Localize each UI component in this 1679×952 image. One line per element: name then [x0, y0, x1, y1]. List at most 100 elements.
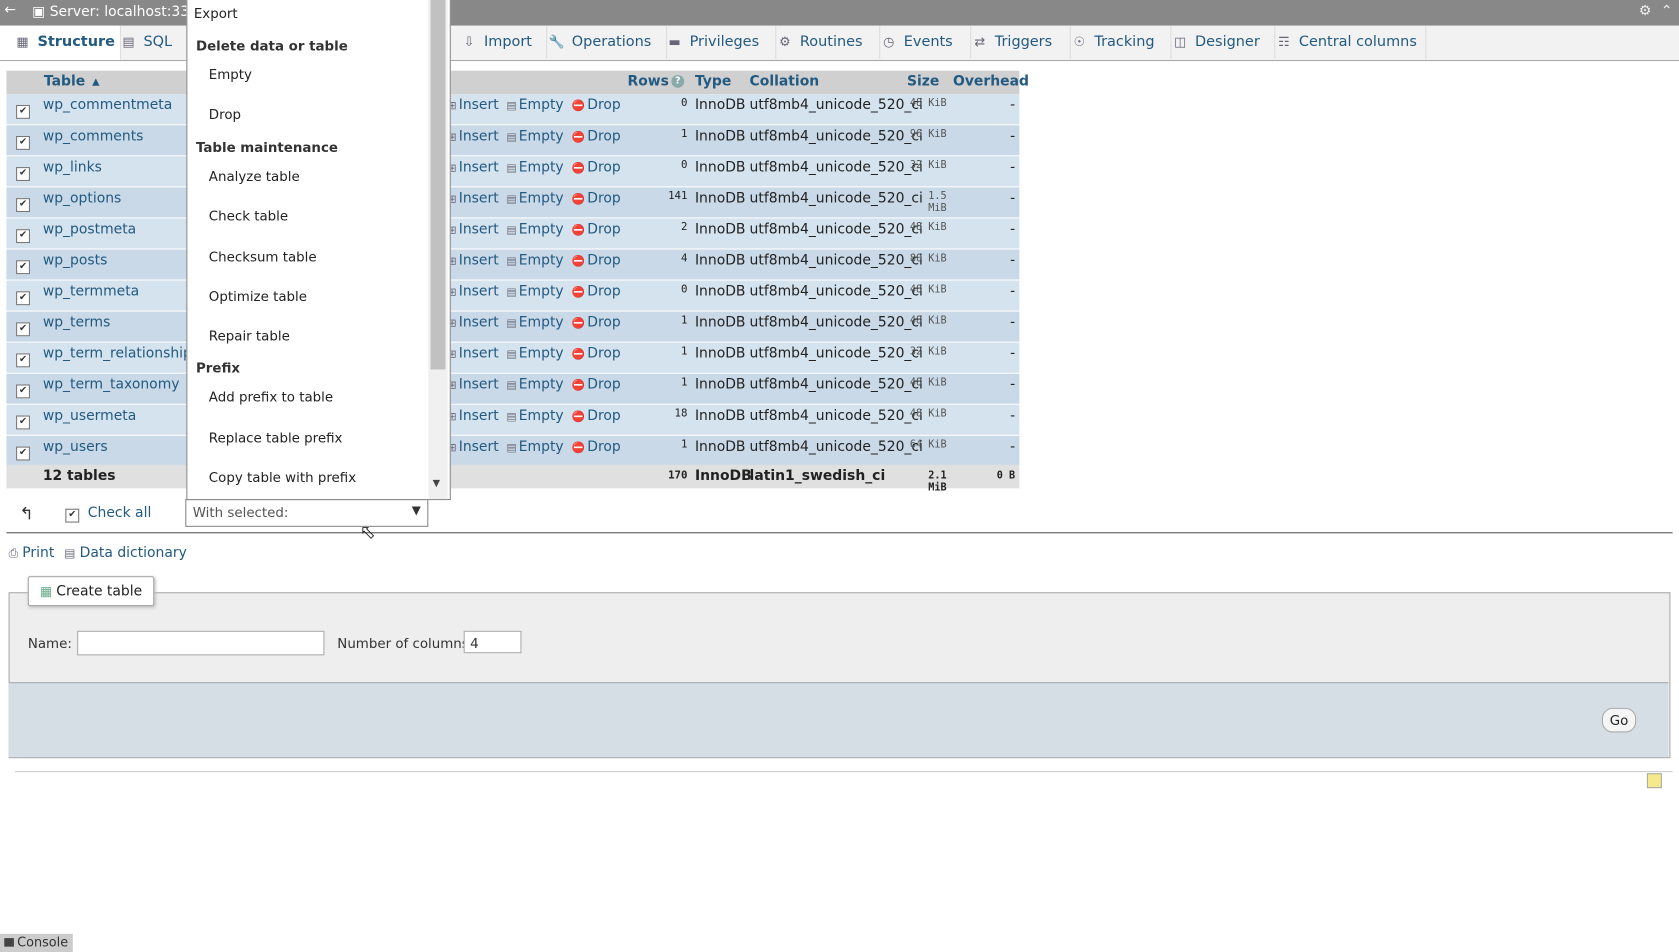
empty-link[interactable]: ▤ Empty: [506, 315, 563, 331]
insert-link[interactable]: ⊞ Insert: [448, 408, 499, 424]
tab-structure[interactable]: ▦ Structure: [0, 25, 122, 60]
sticky-note-icon[interactable]: [1646, 773, 1662, 789]
insert-link[interactable]: ⊞ Insert: [448, 97, 499, 113]
table-name-link[interactable]: wp_commentmeta: [43, 97, 172, 113]
tab-designer[interactable]: ◫ Designer: [1162, 25, 1276, 59]
empty-link[interactable]: ▤ Empty: [506, 346, 563, 362]
go-button[interactable]: Go: [1601, 707, 1637, 733]
col-overhead-header[interactable]: Overhead: [953, 74, 1029, 90]
row-checkbox[interactable]: ✔: [16, 260, 30, 275]
table-name-link[interactable]: wp_termmeta: [43, 284, 139, 300]
insert-link[interactable]: ⊞ Insert: [448, 284, 499, 300]
col-collation-header[interactable]: Collation: [750, 74, 820, 90]
insert-link[interactable]: ⊞ Insert: [448, 129, 499, 145]
routines-icon: ⚙: [779, 34, 791, 50]
insert-link[interactable]: ⊞ Insert: [448, 222, 499, 238]
empty-link[interactable]: ▤ Empty: [506, 97, 563, 113]
collapse-icon[interactable]: ⌃: [1661, 3, 1673, 19]
row-checkbox[interactable]: ✔: [16, 291, 30, 306]
col-table-header[interactable]: Table: [44, 74, 85, 90]
dropdown-option-checksum[interactable]: Checksum table: [209, 248, 317, 264]
table-name-link[interactable]: wp_options: [43, 191, 121, 207]
rows-value: 1: [680, 439, 688, 451]
insert-link[interactable]: ⊞ Insert: [448, 439, 499, 455]
number-of-columns-input[interactable]: 4: [463, 630, 522, 654]
insert-link[interactable]: ⊞ Insert: [448, 160, 499, 176]
col-size-header[interactable]: Size: [907, 74, 939, 90]
row-checkbox[interactable]: ✔: [16, 384, 30, 399]
table-name-link[interactable]: wp_comments: [43, 129, 144, 145]
tab-operations[interactable]: 🔧 Operations: [538, 25, 668, 59]
insert-link[interactable]: ⊞ Insert: [448, 346, 499, 362]
empty-link[interactable]: ▤ Empty: [506, 222, 563, 238]
eye-icon: ☉: [1073, 34, 1086, 50]
table-name-input[interactable]: [77, 630, 325, 656]
print-link[interactable]: ⎙ Print: [9, 545, 55, 561]
table-name-link[interactable]: wp_postmeta: [43, 222, 136, 238]
dropdown-option-optimize[interactable]: Optimize table: [209, 288, 307, 304]
table-name-link[interactable]: wp_links: [43, 160, 102, 176]
dropdown-option-drop[interactable]: Drop: [209, 106, 241, 122]
empty-link[interactable]: ▤ Empty: [506, 439, 563, 455]
dropdown-option-check[interactable]: Check table: [209, 208, 288, 224]
empty-link[interactable]: ▤ Empty: [506, 377, 563, 393]
empty-link[interactable]: ▤ Empty: [506, 191, 563, 207]
empty-icon: ▤: [506, 380, 517, 392]
insert-link[interactable]: ⊞ Insert: [448, 315, 499, 331]
table-name-link[interactable]: wp_terms: [43, 315, 111, 331]
dropdown-option-replace-prefix[interactable]: Replace table prefix: [209, 429, 343, 445]
row-checkbox[interactable]: ✔: [16, 446, 30, 461]
col-rows-header[interactable]: Rows: [627, 74, 668, 90]
row-checkbox[interactable]: ✔: [16, 229, 30, 244]
check-all-checkbox[interactable]: ✔: [65, 508, 80, 523]
dropdown-option-analyze[interactable]: Analyze table: [209, 168, 300, 184]
table-name-link[interactable]: wp_term_relationships: [43, 346, 199, 362]
tab-triggers[interactable]: ⇄ Triggers: [962, 25, 1071, 59]
row-checkbox[interactable]: ✔: [16, 353, 30, 368]
type-value: InnoDB: [694, 439, 746, 456]
dropdown-option-repair[interactable]: Repair table: [209, 328, 290, 344]
table-name-link[interactable]: wp_term_taxonomy: [43, 377, 180, 393]
tab-import[interactable]: ⇩ Import: [450, 25, 548, 59]
dropdown-option-export[interactable]: Export: [194, 5, 238, 21]
empty-link[interactable]: ▤ Empty: [506, 408, 563, 424]
gear-icon[interactable]: ⚙: [1639, 3, 1651, 19]
size-value: 48 KiB: [909, 221, 947, 234]
dropdown-option-empty[interactable]: Empty: [209, 66, 252, 82]
tab-privileges[interactable]: ▬ Privileges: [656, 25, 777, 59]
scroll-down-arrow-icon[interactable]: ▼: [433, 479, 440, 490]
table-name-link[interactable]: wp_posts: [43, 253, 107, 269]
row-checkbox[interactable]: ✔: [16, 104, 30, 119]
data-dictionary-link[interactable]: ▤ Data dictionary: [64, 545, 187, 561]
insert-link[interactable]: ⊞ Insert: [448, 253, 499, 269]
drop-icon: ⛔: [571, 349, 586, 361]
col-type-header[interactable]: Type: [695, 74, 731, 90]
table-name-link[interactable]: wp_usermeta: [43, 408, 136, 424]
tab-central-columns[interactable]: ☶ Central columns: [1266, 25, 1427, 59]
empty-link[interactable]: ▤ Empty: [506, 129, 563, 145]
empty-link[interactable]: ▤ Empty: [506, 253, 563, 269]
server-breadcrumb[interactable]: ▣ Server: localhost:3306: [32, 4, 207, 20]
console-toggle[interactable]: Console: [0, 933, 73, 952]
insert-link[interactable]: ⊞ Insert: [448, 191, 499, 207]
row-checkbox[interactable]: ✔: [16, 136, 30, 150]
with-selected-select[interactable]: With selected: ▼: [185, 499, 429, 527]
help-icon[interactable]: ?: [671, 74, 685, 88]
empty-link[interactable]: ▤ Empty: [506, 160, 563, 176]
tab-tracking[interactable]: ☉ Tracking: [1061, 25, 1172, 59]
table-name-link[interactable]: wp_users: [43, 439, 108, 455]
tab-events[interactable]: ◷ Events: [871, 25, 972, 59]
row-checkbox[interactable]: ✔: [16, 415, 30, 430]
check-all-label[interactable]: Check all: [88, 505, 152, 521]
insert-link[interactable]: ⊞ Insert: [448, 377, 499, 393]
row-checkbox[interactable]: ✔: [16, 198, 30, 213]
dropdown-option-copy-prefix[interactable]: Copy table with prefix: [209, 469, 356, 485]
tab-routines[interactable]: ⚙ Routines: [767, 25, 881, 59]
drop-icon: ⛔: [571, 224, 586, 237]
dropdown-option-add-prefix[interactable]: Add prefix to table: [209, 389, 333, 405]
row-checkbox[interactable]: ✔: [16, 167, 30, 181]
row-checkbox[interactable]: ✔: [16, 322, 30, 337]
dropdown-scrollbar-thumb[interactable]: [430, 0, 446, 370]
empty-link[interactable]: ▤ Empty: [506, 284, 563, 300]
back-arrow-icon[interactable]: ←: [4, 2, 16, 18]
